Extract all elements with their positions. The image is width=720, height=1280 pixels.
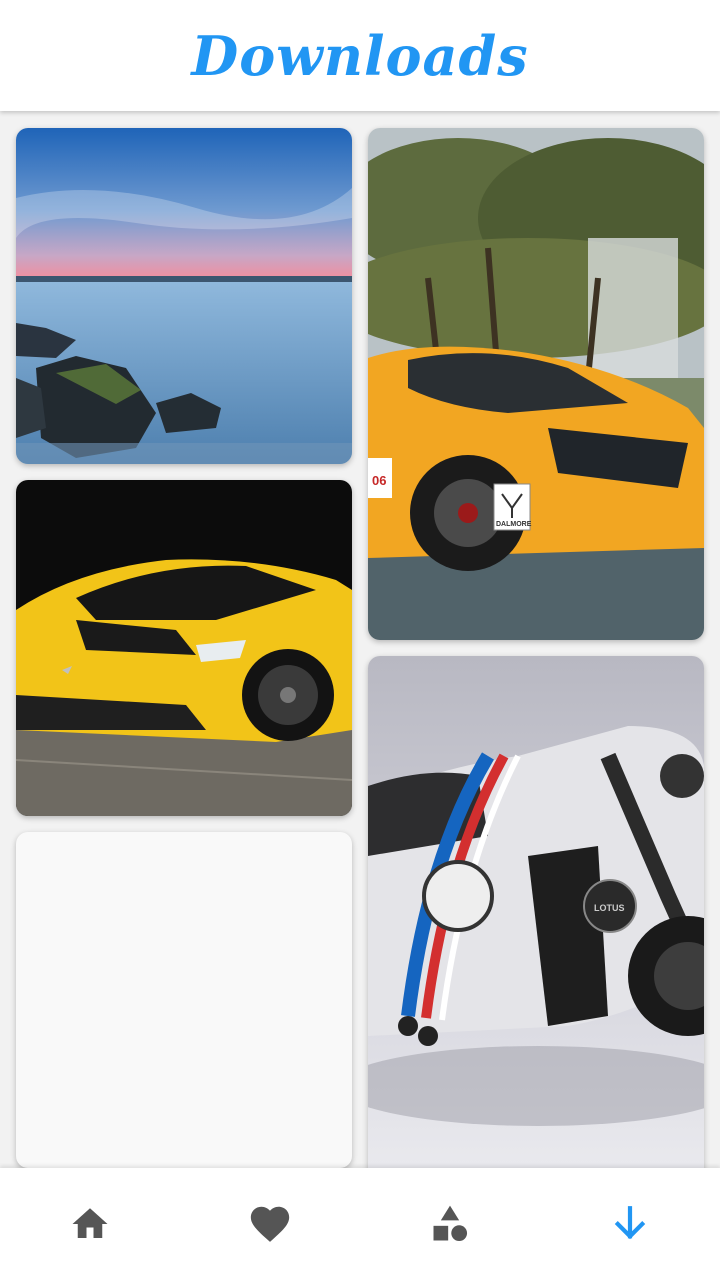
home-icon — [72, 1208, 108, 1238]
dalmore-badge: DALMORE — [496, 521, 532, 528]
race-number: 06 — [372, 473, 386, 488]
orange-car-image: 06 DALMORE — [368, 128, 704, 640]
nav-home[interactable] — [0, 1168, 180, 1280]
page-title: Downloads — [191, 23, 529, 88]
bottom-navigation — [0, 1168, 720, 1280]
wallpaper-card-lotus-motorcycle[interactable]: LOTUS — [368, 656, 704, 1168]
shapes-icon — [433, 1205, 468, 1242]
sea-rocks-image — [16, 128, 352, 464]
download-arrow-icon — [614, 1206, 646, 1240]
lotus-motorcycle-image: LOTUS — [368, 656, 704, 1168]
wallpaper-card-sea-rocks[interactable] — [16, 128, 352, 464]
nav-categories[interactable] — [360, 1168, 540, 1280]
lotus-badge: LOTUS — [594, 903, 625, 913]
wallpaper-card-yellow-corvette[interactable] — [16, 480, 352, 816]
wallpaper-grid[interactable]: 06 DALMORE LOTUS — [0, 111, 720, 1168]
yellow-corvette-image — [16, 480, 352, 816]
wallpaper-card-orange-car[interactable]: 06 DALMORE — [368, 128, 704, 640]
wallpaper-card-placeholder[interactable] — [16, 832, 352, 1168]
nav-favorites[interactable] — [180, 1168, 360, 1280]
nav-downloads[interactable] — [540, 1168, 720, 1280]
app-header: Downloads — [0, 0, 720, 111]
heart-icon — [250, 1206, 290, 1242]
